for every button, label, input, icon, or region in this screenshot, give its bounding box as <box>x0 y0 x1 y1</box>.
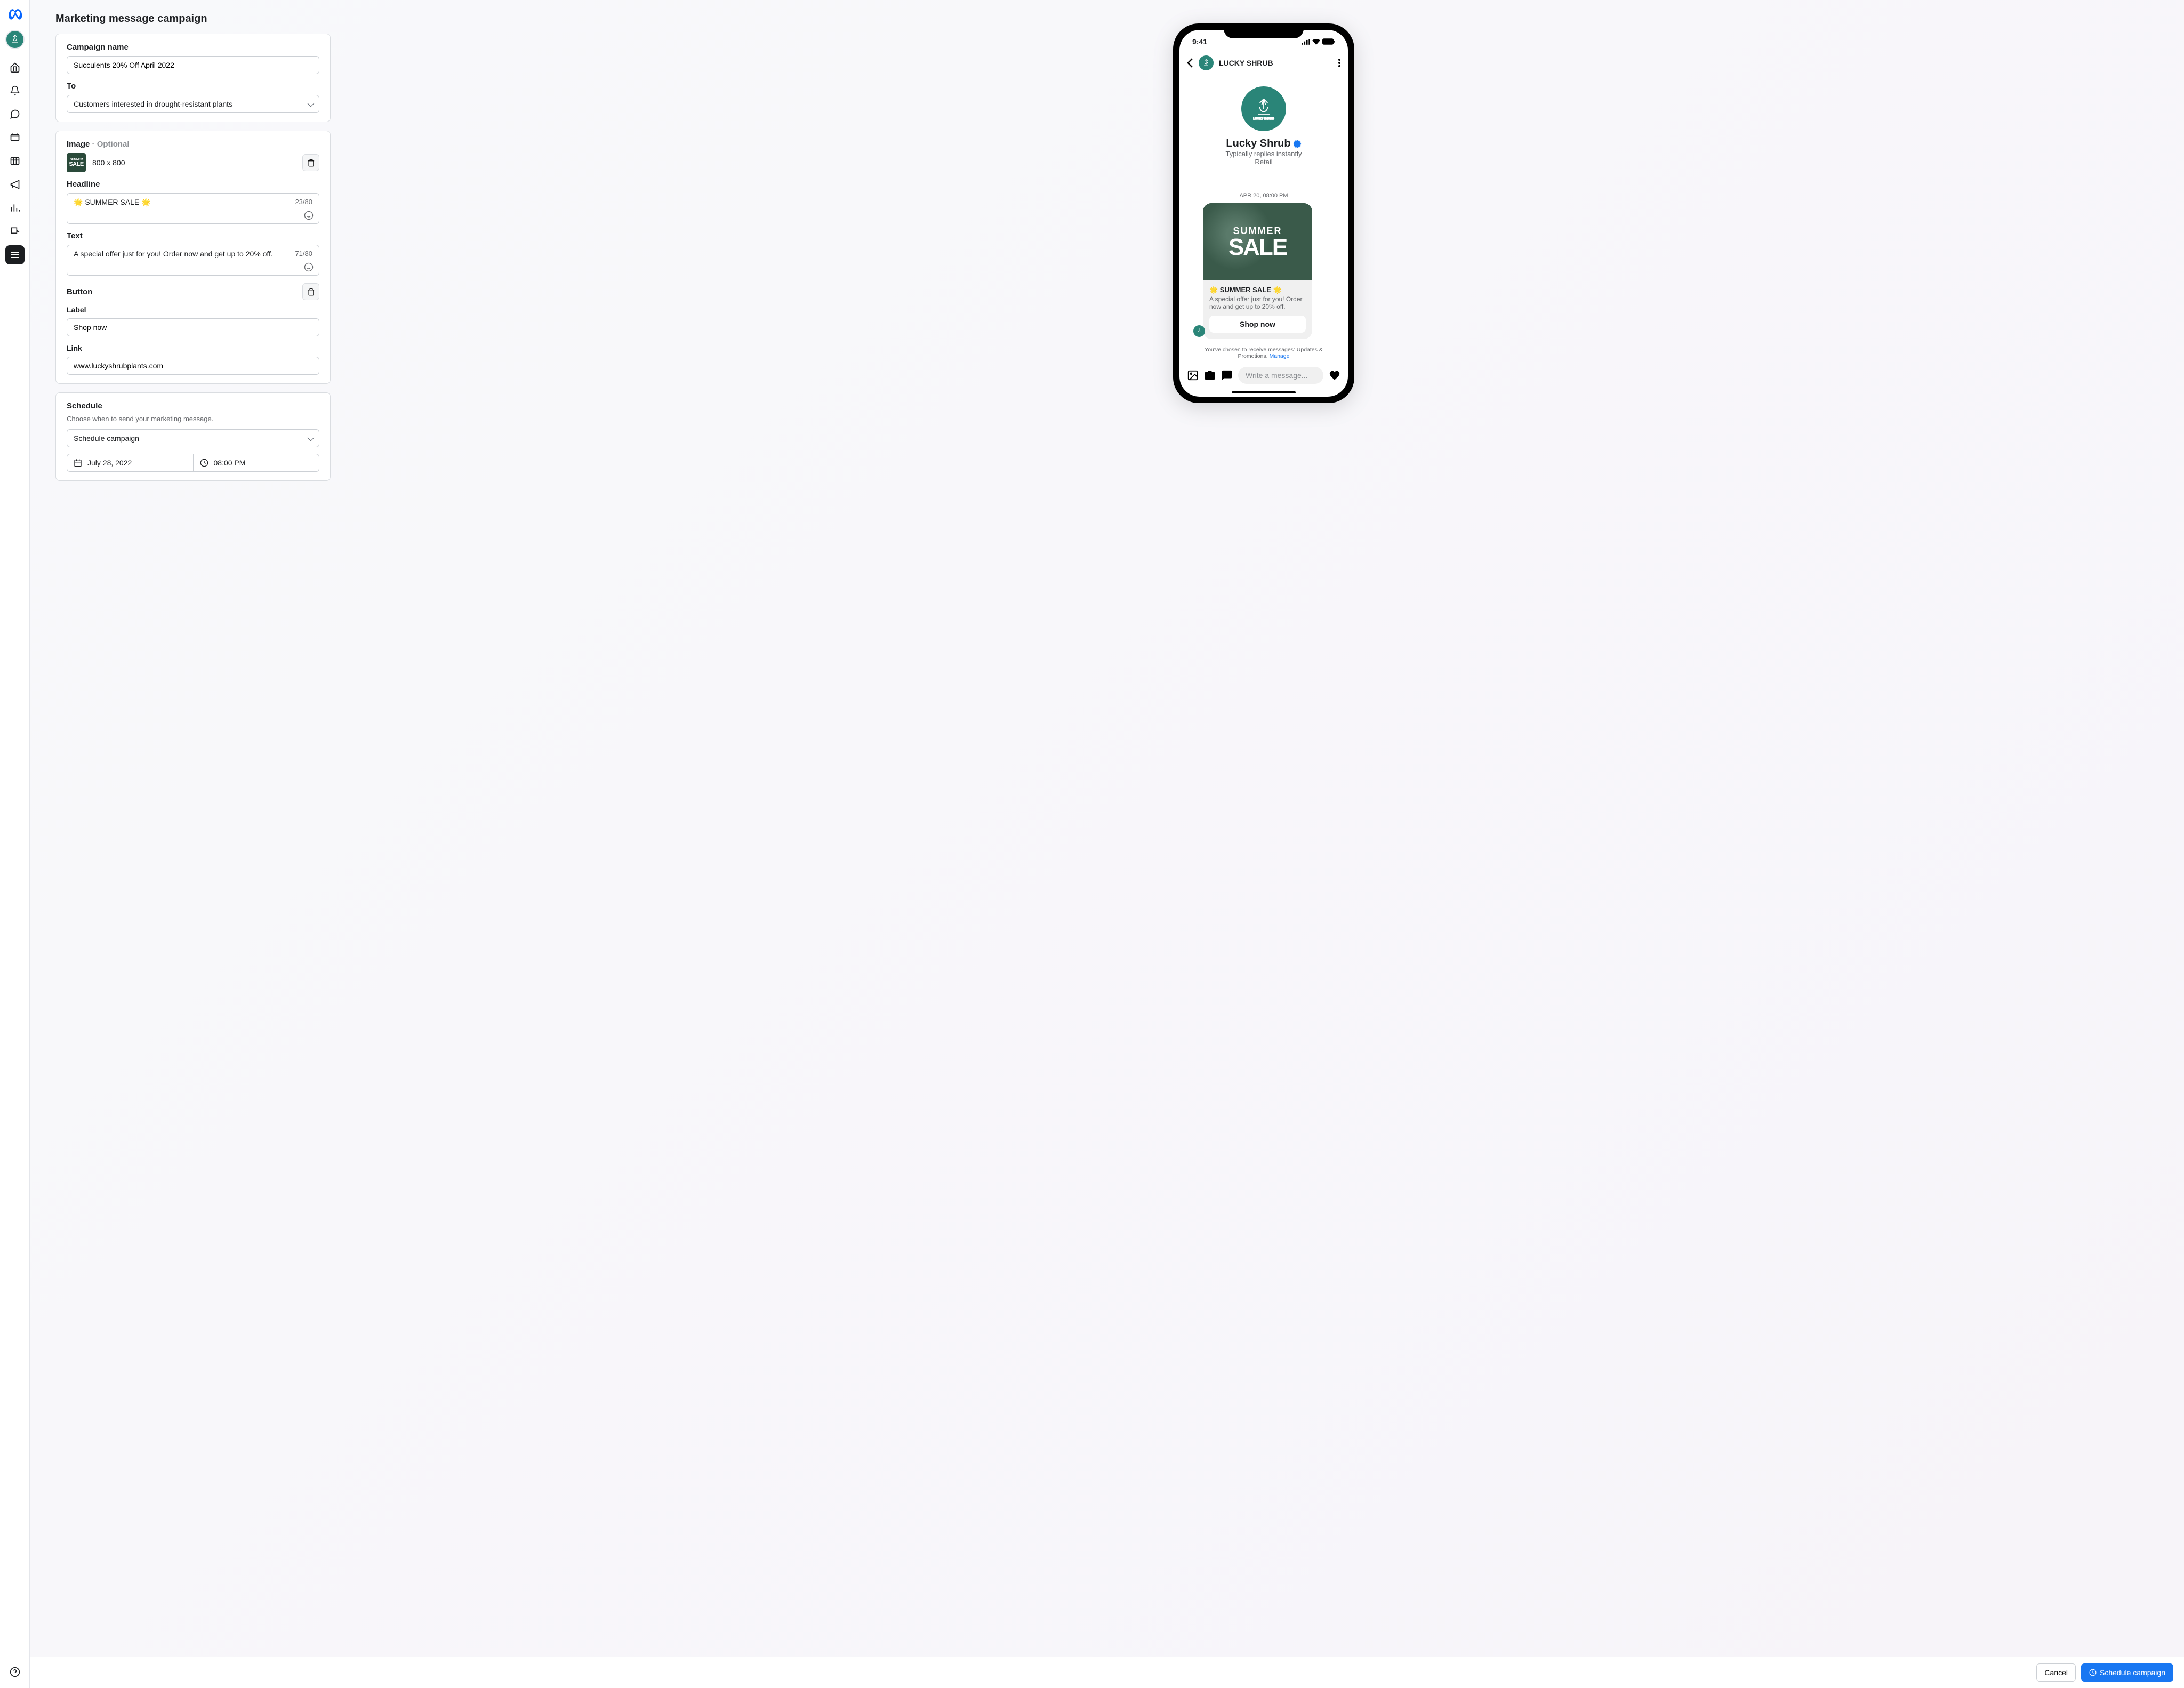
nav-insights[interactable] <box>5 198 25 218</box>
business-avatar-large: LUCKY SHRUB <box>1241 86 1286 131</box>
footer: Cancel Schedule campaign <box>30 1657 2184 1688</box>
message-icon[interactable] <box>1221 369 1233 381</box>
schedule-subtext: Choose when to send your marketing messa… <box>67 415 319 423</box>
emoji-picker-icon[interactable] <box>304 211 314 220</box>
schedule-label: Schedule <box>67 401 319 411</box>
clock-icon <box>2089 1669 2097 1676</box>
chat-input-bar: Write a message... <box>1179 363 1348 389</box>
message-timestamp: APR 20, 08:00 PM <box>1187 192 1340 199</box>
text-label: Text <box>67 231 319 240</box>
schedule-time-input[interactable]: 08:00 PM <box>194 454 320 472</box>
message-disclaimer: You've chosen to receive messages: Updat… <box>1198 347 1330 359</box>
signal-icon <box>1302 39 1310 45</box>
chevron-down-icon <box>308 434 312 443</box>
image-label: Image · Optional <box>67 140 319 149</box>
gallery-icon[interactable] <box>1187 369 1199 381</box>
nav-tools[interactable] <box>5 222 25 241</box>
home-indicator <box>1232 391 1296 393</box>
schedule-option-select[interactable]: Schedule campaign <box>67 429 319 447</box>
campaign-basics-card: Campaign name To Customers interested in… <box>55 34 331 122</box>
chevron-down-icon <box>308 100 312 108</box>
business-category: Retail <box>1187 158 1340 166</box>
button-label-input[interactable] <box>67 318 319 336</box>
preview-headline: 🌟 SUMMER SALE 🌟 <box>1209 286 1306 294</box>
button-link-label: Link <box>67 344 319 352</box>
nav-planner[interactable] <box>5 151 25 171</box>
image-dimensions: 800 x 800 <box>92 158 125 167</box>
image-thumbnail[interactable]: SUMMER SALE <box>67 153 86 172</box>
button-label-label: Label <box>67 306 319 314</box>
button-link-input[interactable] <box>67 357 319 375</box>
business-name: Lucky Shrub <box>1187 138 1340 150</box>
chat-header: LUCKY SHRUB <box>1179 53 1348 76</box>
nav-posts[interactable] <box>5 128 25 147</box>
text-count: 71/80 <box>295 250 312 258</box>
verified-badge-icon <box>1293 140 1302 148</box>
business-reply-time: Typically replies instantly <box>1187 150 1340 158</box>
text-input[interactable]: A special offer just for you! Order now … <box>67 245 319 276</box>
svg-text:LUCKY SHRUB: LUCKY SHRUB <box>1253 117 1274 120</box>
nav-help[interactable] <box>5 1662 25 1682</box>
more-icon[interactable] <box>1338 59 1340 67</box>
campaign-name-label: Campaign name <box>67 43 319 52</box>
nav-menu[interactable] <box>5 245 25 264</box>
to-value: Customers interested in drought-resistan… <box>74 100 232 108</box>
delete-image-button[interactable] <box>302 154 319 171</box>
message-sender-avatar <box>1193 325 1205 337</box>
nav-inbox[interactable] <box>5 105 25 124</box>
campaign-name-input[interactable] <box>67 56 319 74</box>
nav-notifications[interactable] <box>5 81 25 100</box>
message-image: SUMMER SALE <box>1203 203 1312 280</box>
message-card: SUMMER SALE 🌟 SUMMER SALE 🌟 A special of… <box>1203 203 1312 339</box>
page-title: Marketing message campaign <box>55 13 331 25</box>
headline-label: Headline <box>67 180 319 189</box>
nav-home[interactable] <box>5 58 25 77</box>
schedule-card: Schedule Choose when to send your market… <box>55 392 331 481</box>
wifi-icon <box>1312 39 1320 45</box>
chat-avatar <box>1199 55 1214 70</box>
heart-icon[interactable] <box>1329 369 1340 381</box>
camera-icon[interactable] <box>1204 369 1216 381</box>
business-avatar[interactable] <box>5 30 25 49</box>
manage-link[interactable]: Manage <box>1270 353 1290 359</box>
meta-logo[interactable] <box>6 6 23 23</box>
back-icon[interactable] <box>1187 58 1193 68</box>
chat-message-input[interactable]: Write a message... <box>1238 367 1323 384</box>
preview-cta-button[interactable]: Shop now <box>1209 316 1306 333</box>
button-section-label: Button <box>67 287 92 296</box>
cancel-button[interactable]: Cancel <box>2036 1663 2076 1682</box>
battery-icon <box>1322 38 1335 45</box>
content-card: Image · Optional SUMMER SALE 800 x 800 <box>55 131 331 384</box>
to-select[interactable]: Customers interested in drought-resistan… <box>67 95 319 113</box>
emoji-picker-icon[interactable] <box>304 262 314 272</box>
phone-preview: 9:41 <box>1173 23 1354 403</box>
schedule-date-input[interactable]: July 28, 2022 <box>67 454 194 472</box>
delete-button-button[interactable] <box>302 283 319 300</box>
schedule-campaign-button[interactable]: Schedule campaign <box>2081 1663 2173 1682</box>
headline-count: 23/80 <box>295 198 312 206</box>
to-label: To <box>67 82 319 91</box>
preview-text: A special offer just for you! Order now … <box>1209 295 1306 310</box>
clock-icon <box>200 459 208 467</box>
chat-title: LUCKY SHRUB <box>1219 59 1333 67</box>
sidebar <box>0 0 30 1688</box>
calendar-icon <box>74 459 82 467</box>
nav-ads[interactable] <box>5 175 25 194</box>
headline-input[interactable]: 🌟 SUMMER SALE 🌟 23/80 <box>67 193 319 224</box>
